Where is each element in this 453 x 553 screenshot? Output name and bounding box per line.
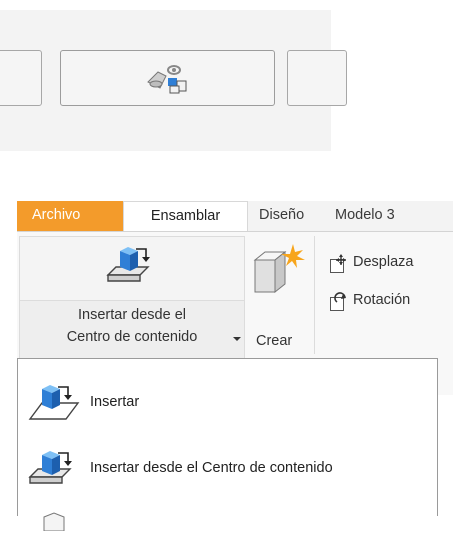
- right-button[interactable]: [287, 50, 347, 106]
- tab-archivo[interactable]: Archivo: [17, 201, 123, 231]
- insert-from-cc-label-line2: Centro de contenido: [66, 329, 198, 345]
- menu-item-insertar-desde-cc[interactable]: Insertar desde el Centro de contenido: [18, 443, 437, 491]
- crear-label[interactable]: Crear: [256, 333, 292, 349]
- insert-from-content-center-icon: [28, 451, 72, 484]
- free-rotate-icon: [330, 292, 346, 311]
- menu-item-insertar-label: Insertar: [90, 394, 140, 410]
- insert-from-content-center-icon: [106, 247, 150, 282]
- create-component-icon: [253, 244, 305, 294]
- insert-from-cc-label-line1: Insertar desde el: [77, 307, 186, 323]
- tab-modelo-3d[interactable]: Modelo 3: [335, 201, 395, 231]
- tab-diseno[interactable]: Diseño: [259, 201, 304, 231]
- tab-ensamblar[interactable]: Ensamblar: [123, 201, 248, 231]
- top-button-strip: [0, 10, 347, 151]
- insert-from-content-center-button[interactable]: Insertar desde el Centro de contenido: [19, 236, 245, 359]
- free-move-icon: [330, 254, 346, 273]
- menu-item-third[interactable]: [18, 505, 437, 553]
- panel-divider: [314, 236, 315, 354]
- insert-component-icon: [28, 385, 80, 420]
- left-button[interactable]: [0, 50, 42, 106]
- insert-from-cc-label: Insertar desde el Centro de contenido: [20, 304, 244, 348]
- insert-dropdown-menu: Insertar Insertar desde el Centro de con…: [17, 358, 438, 531]
- free-move-label: Desplaza: [353, 254, 414, 270]
- chevron-down-icon[interactable]: [233, 337, 241, 341]
- rotate-assembly-button[interactable]: [60, 50, 275, 106]
- free-rotate-label: Rotación: [353, 292, 411, 308]
- component-icon: [43, 512, 65, 531]
- ribbon-tabs: Archivo Ensamblar Diseño Modelo 3: [17, 201, 453, 231]
- rotate-assembly-icon: [147, 65, 187, 94]
- menu-item-insertar-desde-cc-label: Insertar desde el Centro de contenido: [90, 460, 333, 476]
- ribbon: Archivo Ensamblar Diseño Modelo 3 Insert…: [0, 201, 453, 531]
- menu-item-insertar[interactable]: Insertar: [18, 377, 437, 425]
- insert-split-button-top[interactable]: [20, 237, 244, 301]
